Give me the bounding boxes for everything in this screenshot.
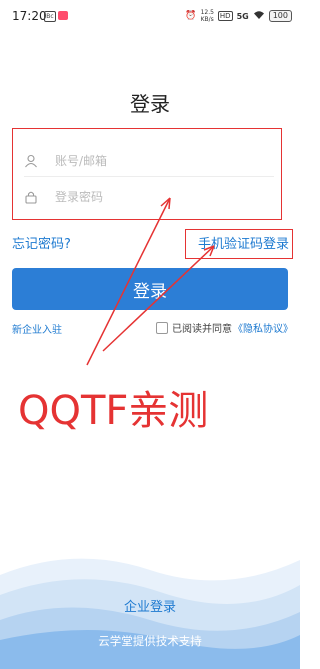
status-time: 17:20 (12, 9, 47, 23)
wifi-icon (253, 10, 265, 23)
login-button[interactable]: 登录 (12, 268, 288, 310)
new-company-link[interactable]: 新企业入驻 (12, 321, 62, 336)
phone-code-login-link[interactable]: 手机验证码登录 (198, 233, 289, 252)
company-login-link[interactable]: 企业登录 (0, 596, 300, 615)
page-title: 登录 (130, 92, 170, 116)
status-indicators: ⏰ 12.5 KB/s HD 5G 100 (185, 9, 292, 23)
user-icon (25, 154, 37, 168)
forgot-password-link[interactable]: 忘记密码? (12, 233, 71, 252)
network-speed-unit: KB/s (200, 16, 214, 23)
watermark-text: QQTF亲测 (18, 388, 209, 434)
agreement-text: 已阅读并同意 (172, 324, 232, 335)
network-speed-value: 12.5 (200, 9, 214, 16)
lock-icon (25, 191, 37, 204)
privacy-policy-link[interactable]: 《隐私协议》 (233, 320, 293, 335)
alarm-icon: ⏰ (185, 11, 197, 21)
hd-icon: HD (217, 11, 233, 21)
battery-icon: 100 (268, 10, 292, 22)
tech-support-text: 云学堂提供技术支持 (98, 634, 202, 648)
agreement-row: 已阅读并同意 《隐私协议》 (156, 320, 293, 335)
network-speed: 12.5 KB/s (201, 9, 214, 23)
notification-badge-icon: Bc (44, 11, 56, 22)
account-input[interactable] (53, 153, 247, 169)
password-field[interactable] (12, 177, 274, 217)
signal-icon: 5G (236, 11, 249, 21)
account-field[interactable] (12, 141, 274, 181)
password-input[interactable] (53, 189, 247, 205)
app-notification-icon (58, 11, 68, 20)
status-bar: 17:20 Bc ⏰ 12.5 KB/s HD 5G 100 (0, 0, 300, 34)
agreement-checkbox[interactable] (156, 321, 168, 334)
